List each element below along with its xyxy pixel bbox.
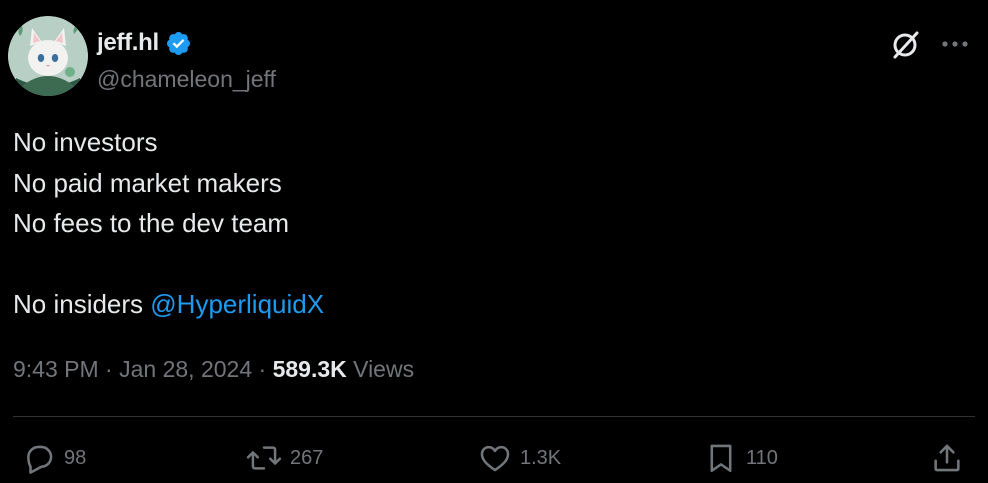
tweet-date[interactable]: Jan 28, 2024	[119, 356, 252, 382]
divider	[13, 416, 975, 417]
bookmark-count: 110	[746, 446, 778, 469]
cat-avatar-image	[8, 16, 88, 96]
tweet-text: No investors No paid market makers No fe…	[13, 122, 324, 325]
meta-separator: ·	[98, 356, 120, 382]
more-dots-icon[interactable]	[940, 29, 970, 59]
bookmark-icon	[704, 441, 738, 475]
mention-link[interactable]: @HyperliquidX	[150, 289, 324, 319]
views-count[interactable]: 589.3K	[273, 356, 347, 382]
tweet-action-bar: 98 267 1.3K 110	[0, 438, 988, 478]
tweet-final-text: No insiders	[13, 289, 151, 319]
repost-icon	[246, 441, 282, 475]
repost-count: 267	[290, 446, 324, 469]
reply-icon	[22, 441, 56, 475]
like-button[interactable]: 1.3K	[478, 438, 561, 478]
heart-icon	[478, 441, 512, 475]
tweet-final-line: No insiders @HyperliquidX	[13, 284, 324, 325]
tweet-line: No paid market makers	[13, 167, 282, 198]
author-name-row: jeff.hl	[97, 28, 192, 58]
views-label[interactable]: Views	[347, 356, 414, 382]
verified-badge-icon	[165, 30, 192, 57]
grok-icon[interactable]	[890, 28, 922, 60]
like-count: 1.3K	[520, 446, 562, 469]
tweet-top-actions	[890, 28, 970, 60]
reply-count: 98	[64, 446, 87, 469]
tweet-time[interactable]: 9:43 PM	[13, 356, 99, 382]
avatar[interactable]	[8, 16, 88, 96]
tweet-meta: 9:43 PM · Jan 28, 2024 · 589.3K Views	[13, 356, 414, 383]
share-button[interactable]	[930, 438, 964, 478]
tweet-line: No fees to the dev team	[13, 208, 290, 238]
tweet-card: jeff.hl @chameleon_jeff No investors No …	[0, 0, 988, 483]
tweet-line-break	[13, 244, 324, 285]
bookmark-button[interactable]: 110	[704, 438, 778, 478]
tweet-line: No investors	[13, 127, 158, 157]
author-display-name[interactable]: jeff.hl	[97, 29, 159, 57]
repost-button[interactable]: 267	[246, 438, 323, 478]
share-icon	[930, 441, 964, 475]
reply-button[interactable]: 98	[22, 438, 86, 478]
author-handle[interactable]: @chameleon_jeff	[97, 66, 276, 93]
meta-separator: ·	[252, 356, 273, 382]
